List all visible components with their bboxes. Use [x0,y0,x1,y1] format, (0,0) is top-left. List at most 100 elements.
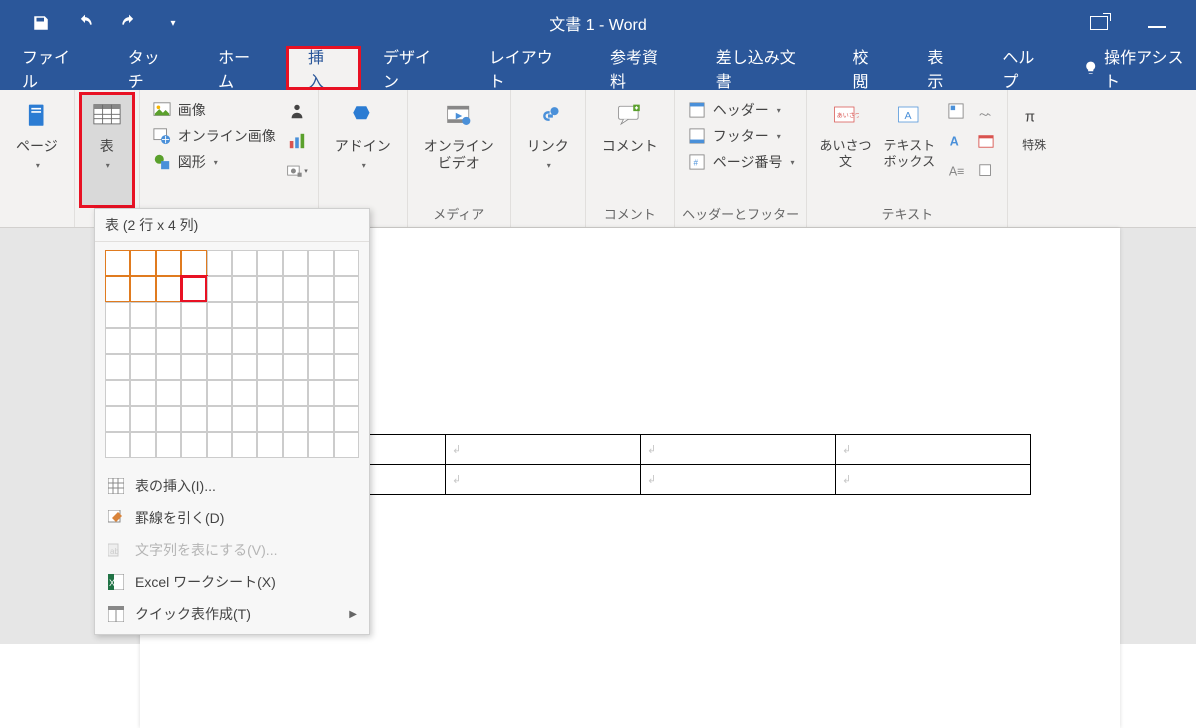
table-grid-cell[interactable] [130,406,155,432]
tab-insert[interactable]: 挿入 [286,46,361,90]
table-grid-cell[interactable] [105,328,130,354]
comment-button[interactable]: コメント [592,94,668,202]
tell-me[interactable]: 操作アシスト [1071,46,1196,90]
table-grid-cell[interactable] [156,380,181,406]
table-grid-cell[interactable] [232,250,257,276]
table-grid-cell[interactable] [181,302,206,328]
chart-button[interactable] [286,130,308,152]
table-grid-cell[interactable] [334,328,359,354]
draw-table-menu-item[interactable]: 罫線を引く(D) [95,502,369,534]
table-grid-cell[interactable] [283,328,308,354]
addins-button[interactable]: アドイン▾ [325,94,401,206]
table-grid-cell[interactable] [334,380,359,406]
table-grid-cell[interactable] [130,302,155,328]
table-grid-cell[interactable] [156,328,181,354]
excel-spreadsheet-menu-item[interactable]: X Excel ワークシート(X) [95,566,369,598]
pages-button[interactable]: ページ▾ [6,94,68,206]
table-grid-cell[interactable] [232,354,257,380]
table-grid-cell[interactable] [283,250,308,276]
table-grid-cell[interactable] [207,432,232,458]
drop-cap-button[interactable]: A≡ [945,160,967,182]
table-cell[interactable]: ↲ [446,465,641,495]
tab-review[interactable]: 校閲 [831,46,906,90]
table-grid-cell[interactable] [207,380,232,406]
table-grid-cell[interactable] [308,328,333,354]
table-grid-cell[interactable] [257,250,282,276]
tab-touch[interactable]: タッチ [106,46,196,90]
symbols-button[interactable]: π 特殊 [1014,94,1054,206]
table-grid-cell[interactable] [232,432,257,458]
table-grid-cell[interactable] [181,406,206,432]
table-grid-cell[interactable] [334,406,359,432]
table-grid-cell[interactable] [232,406,257,432]
table-grid-cell[interactable] [156,250,181,276]
table-grid-cell[interactable] [156,406,181,432]
pictures-button[interactable]: 画像 [152,100,276,120]
table-grid-cell[interactable] [257,328,282,354]
table-grid-cell[interactable] [308,354,333,380]
table-grid-cell[interactable] [105,302,130,328]
table-grid-cell[interactable] [207,302,232,328]
table-grid-cell[interactable] [283,406,308,432]
icons-button[interactable] [286,100,308,122]
table-grid-cell[interactable] [156,432,181,458]
table-grid-cell[interactable] [232,302,257,328]
screenshot-button[interactable]: ▾ [286,160,308,182]
table-grid-cell[interactable] [308,276,333,302]
undo-icon[interactable] [74,12,96,34]
wordart-button[interactable]: A [945,130,967,152]
save-icon[interactable] [30,12,52,34]
tab-file[interactable]: ファイル [0,46,106,90]
table-grid-cell[interactable] [308,380,333,406]
table-grid-cell[interactable] [130,250,155,276]
table-grid-cell[interactable] [105,380,130,406]
table-grid-cell[interactable] [130,354,155,380]
table-grid-cell[interactable] [207,354,232,380]
table-grid-cell[interactable] [232,328,257,354]
date-time-button[interactable] [975,130,997,152]
page-number-button[interactable]: # ページ番号▾ [687,152,795,172]
table-grid-cell[interactable] [283,276,308,302]
table-grid-cell[interactable] [181,328,206,354]
table-grid-cell[interactable] [334,354,359,380]
table-grid-cell[interactable] [181,380,206,406]
online-video-button[interactable]: オンライン ビデオ [414,94,504,202]
table-grid-cell[interactable] [181,250,206,276]
table-grid-cell[interactable] [181,354,206,380]
table-grid-cell[interactable] [207,276,232,302]
table-cell[interactable]: ↲ [836,435,1031,465]
table-grid-cell[interactable] [232,276,257,302]
table-grid-cell[interactable] [207,250,232,276]
table-grid-cell[interactable] [207,328,232,354]
table-cell[interactable]: ↲ [836,465,1031,495]
qat-dropdown-icon[interactable]: ▾ [162,12,184,34]
tab-mailings[interactable]: 差し込み文書 [694,46,831,90]
table-grid-cell[interactable] [130,276,155,302]
table-grid-cell[interactable] [283,380,308,406]
table-grid-cell[interactable] [156,302,181,328]
table-grid-cell[interactable] [257,406,282,432]
table-grid-cell[interactable] [130,380,155,406]
table-grid-cell[interactable] [257,354,282,380]
table-grid-cell[interactable] [283,302,308,328]
table-grid-cell[interactable] [181,276,206,302]
table-cell[interactable]: ↲ [641,435,836,465]
tab-home[interactable]: ホーム [196,46,286,90]
tab-design[interactable]: デザイン [361,46,467,90]
table-button[interactable]: 表▾ [81,94,133,206]
tab-help[interactable]: ヘルプ [980,46,1070,90]
table-grid-cell[interactable] [308,250,333,276]
table-grid-cell[interactable] [207,406,232,432]
table-grid-cell[interactable] [283,432,308,458]
table-size-grid[interactable] [95,242,369,466]
table-grid-cell[interactable] [156,354,181,380]
table-grid-cell[interactable] [130,432,155,458]
table-cell[interactable]: ↲ [446,435,641,465]
table-grid-cell[interactable] [130,328,155,354]
table-grid-cell[interactable] [308,406,333,432]
table-grid-cell[interactable] [257,276,282,302]
greeting-button[interactable]: あいさつ あいさつ 文 [813,94,877,202]
tab-layout[interactable]: レイアウト [467,46,588,90]
table-grid-cell[interactable] [105,276,130,302]
object-button[interactable] [975,160,997,182]
